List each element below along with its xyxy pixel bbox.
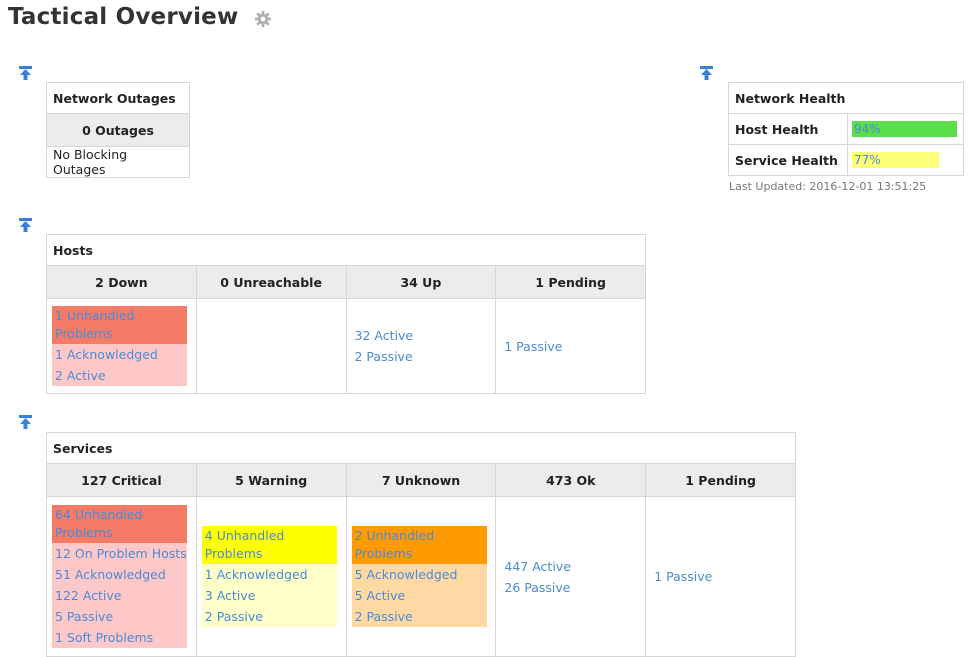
health-header: Network Health bbox=[728, 82, 964, 114]
services-unknown-cell: 2 Unhandled Problems 5 Acknowledged 5 Ac… bbox=[345, 496, 497, 657]
hosts-table: Hosts 2 Down 0 Unreachable 34 Up 1 Pendi… bbox=[46, 234, 646, 394]
warning-passive-link[interactable]: 2 Passive bbox=[202, 606, 337, 627]
hosts-pending-cell: 1 Passive bbox=[495, 298, 646, 394]
collapse-services-icon[interactable] bbox=[19, 415, 32, 429]
hosts-up-passive-link[interactable]: 2 Passive bbox=[352, 346, 491, 367]
critical-active-link[interactable]: 122 Active bbox=[52, 585, 187, 606]
service-health-label: Service Health bbox=[728, 144, 848, 176]
host-health-bar: 94% bbox=[852, 121, 957, 137]
services-col-pending[interactable]: 1 Pending bbox=[645, 463, 796, 497]
collapse-hosts-icon[interactable] bbox=[19, 218, 32, 232]
collapse-outages-icon[interactable] bbox=[19, 66, 32, 80]
services-table: Services 127 Critical 5 Warning 7 Unknow… bbox=[46, 432, 796, 657]
collapse-health-icon[interactable] bbox=[700, 66, 713, 80]
services-col-ok[interactable]: 473 Ok bbox=[495, 463, 647, 497]
hosts-col-down[interactable]: 2 Down bbox=[46, 265, 197, 299]
services-col-unknown[interactable]: 7 Unknown bbox=[345, 463, 497, 497]
outages-count[interactable]: 0 Outages bbox=[46, 113, 190, 147]
hosts-unhandled-link[interactable]: 1 Unhandled Problems bbox=[52, 306, 187, 344]
network-outages-table: Network Outages 0 Outages No Blocking Ou… bbox=[46, 82, 190, 178]
hosts-active-link[interactable]: 2 Active bbox=[52, 365, 187, 386]
unknown-active-link[interactable]: 5 Active bbox=[352, 585, 487, 606]
hosts-col-up[interactable]: 34 Up bbox=[345, 265, 497, 299]
ok-passive-link[interactable]: 26 Passive bbox=[501, 577, 640, 598]
critical-ack-link[interactable]: 51 Acknowledged bbox=[52, 564, 187, 585]
services-header: Services bbox=[46, 432, 796, 464]
host-health-label: Host Health bbox=[728, 113, 848, 145]
hosts-header: Hosts bbox=[46, 234, 646, 266]
hosts-col-unreachable[interactable]: 0 Unreachable bbox=[195, 265, 347, 299]
hosts-col-pending[interactable]: 1 Pending bbox=[495, 265, 646, 299]
services-col-warning[interactable]: 5 Warning bbox=[195, 463, 347, 497]
network-health-table: Network Health Host Health 94% Service H… bbox=[728, 82, 964, 176]
hosts-pending-passive-link[interactable]: 1 Passive bbox=[501, 336, 640, 357]
warning-ack-link[interactable]: 1 Acknowledged bbox=[202, 564, 337, 585]
gear-icon[interactable] bbox=[254, 10, 272, 28]
services-col-critical[interactable]: 127 Critical bbox=[46, 463, 197, 497]
hosts-ack-link[interactable]: 1 Acknowledged bbox=[52, 344, 187, 365]
outages-header: Network Outages bbox=[46, 82, 190, 114]
hosts-up-cell: 32 Active 2 Passive bbox=[345, 298, 497, 394]
host-health-cell: 94% bbox=[847, 113, 964, 145]
critical-passive-link[interactable]: 5 Passive bbox=[52, 606, 187, 627]
hosts-up-active-link[interactable]: 32 Active bbox=[352, 325, 491, 346]
services-pending-cell: 1 Passive bbox=[645, 496, 796, 657]
critical-on-problem-hosts-link[interactable]: 12 On Problem Hosts bbox=[52, 543, 187, 564]
unknown-ack-link[interactable]: 5 Acknowledged bbox=[352, 564, 487, 585]
service-health-cell: 77% bbox=[847, 144, 964, 176]
services-warning-cell: 4 Unhandled Problems 1 Acknowledged 3 Ac… bbox=[195, 496, 347, 657]
unknown-passive-link[interactable]: 2 Passive bbox=[352, 606, 487, 627]
warning-active-link[interactable]: 3 Active bbox=[202, 585, 337, 606]
hosts-unreachable-cell bbox=[195, 298, 347, 394]
ok-active-link[interactable]: 447 Active bbox=[501, 556, 640, 577]
services-critical-cell: 64 Unhandled Problems 12 On Problem Host… bbox=[46, 496, 197, 657]
blocking-outages: No Blocking Outages bbox=[46, 146, 190, 178]
critical-soft-link[interactable]: 1 Soft Problems bbox=[52, 627, 187, 648]
service-health-bar: 77% bbox=[852, 152, 939, 168]
warning-unhandled-link[interactable]: 4 Unhandled Problems bbox=[202, 526, 337, 564]
critical-unhandled-link[interactable]: 64 Unhandled Problems bbox=[52, 505, 187, 543]
services-ok-cell: 447 Active 26 Passive bbox=[495, 496, 647, 657]
last-updated: Last Updated: 2016-12-01 13:51:25 bbox=[729, 180, 927, 193]
pending-passive-link[interactable]: 1 Passive bbox=[651, 566, 790, 587]
unknown-unhandled-link[interactable]: 2 Unhandled Problems bbox=[352, 526, 487, 564]
page-title: Tactical Overview bbox=[8, 4, 239, 30]
hosts-down-cell: 1 Unhandled Problems 1 Acknowledged 2 Ac… bbox=[46, 298, 197, 394]
